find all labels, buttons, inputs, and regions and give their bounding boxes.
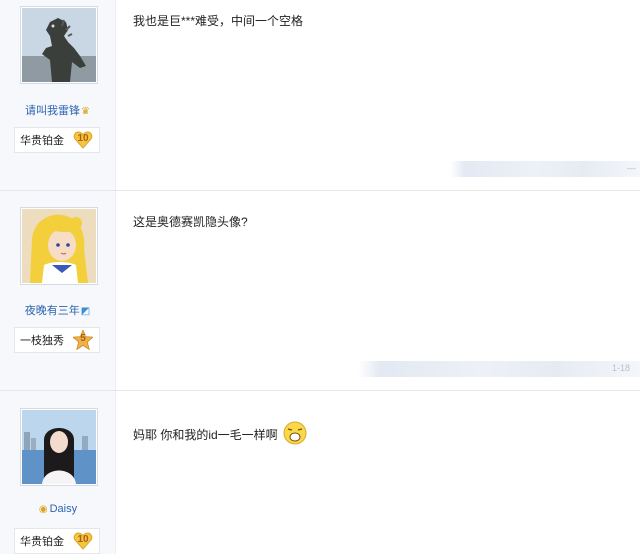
post-3: ◉ Daisy 华贵铂金 10 妈耶 你和我的id一毛一样啊 <box>0 391 640 554</box>
vip-crown-icon: ♛ <box>81 106 90 117</box>
username[interactable]: 请叫我雷锋♛ <box>0 102 115 118</box>
level-number: 10 <box>77 534 89 545</box>
user-avatar[interactable] <box>20 207 98 285</box>
post-text: 妈耶 你和我的id一毛一样啊 <box>133 428 278 442</box>
level-star-icon: 5 <box>73 330 93 350</box>
post-footer-text: — <box>627 163 636 173</box>
username-link[interactable]: Daisy <box>50 503 78 515</box>
level-badge: 华贵铂金 10 <box>14 127 100 153</box>
post-1: 请叫我雷锋♛ 华贵铂金 10 我也是巨***难受，中间一个空格 — <box>0 0 640 191</box>
user-avatar[interactable] <box>20 6 98 84</box>
post-footer-text: 1-18 <box>611 363 630 373</box>
username-link[interactable]: 夜晚有三年 <box>25 305 80 317</box>
user-sidebar: ◉ Daisy 华贵铂金 10 <box>0 391 116 554</box>
post-content: 妈耶 你和我的id一毛一样啊 <box>133 421 307 445</box>
level-title: 华贵铂金 <box>20 135 64 147</box>
post-footer-blurred: 1-18 <box>358 361 640 377</box>
level-badge: 华贵铂金 10 <box>14 528 100 554</box>
user-avatar[interactable] <box>20 408 98 486</box>
username[interactable]: 夜晚有三年◩ <box>0 302 115 318</box>
post-content: 这是奥德赛凯隐头像? <box>133 215 248 229</box>
godzilla-avatar-icon <box>22 8 96 82</box>
sailor-moon-avatar-icon <box>22 209 96 283</box>
username[interactable]: ◉ Daisy <box>0 503 115 515</box>
level-heart-icon: 10 <box>73 531 93 551</box>
laugh-emoji-icon <box>283 421 307 445</box>
girl-seaside-avatar-icon <box>22 410 96 484</box>
vip-tag-icon: ◩ <box>80 306 91 317</box>
level-title: 一枝独秀 <box>20 335 64 347</box>
post-content: 我也是巨***难受，中间一个空格 <box>133 14 304 28</box>
user-sidebar: 夜晚有三年◩ 一枝独秀 5 <box>0 191 116 390</box>
post-footer-blurred: — <box>450 161 640 177</box>
level-number: 5 <box>80 333 86 344</box>
user-sidebar: 请叫我雷锋♛ 华贵铂金 10 <box>0 0 116 190</box>
username-link[interactable]: 请叫我雷锋 <box>25 105 80 117</box>
level-title: 华贵铂金 <box>20 536 64 548</box>
cat-emoji-icon: ◉ <box>38 504 48 515</box>
level-number: 10 <box>77 133 89 144</box>
post-2: 夜晚有三年◩ 一枝独秀 5 这是奥德赛凯隐头像? 1-18 <box>0 191 640 391</box>
level-badge: 一枝独秀 5 <box>14 327 100 353</box>
level-heart-icon: 10 <box>73 130 93 150</box>
